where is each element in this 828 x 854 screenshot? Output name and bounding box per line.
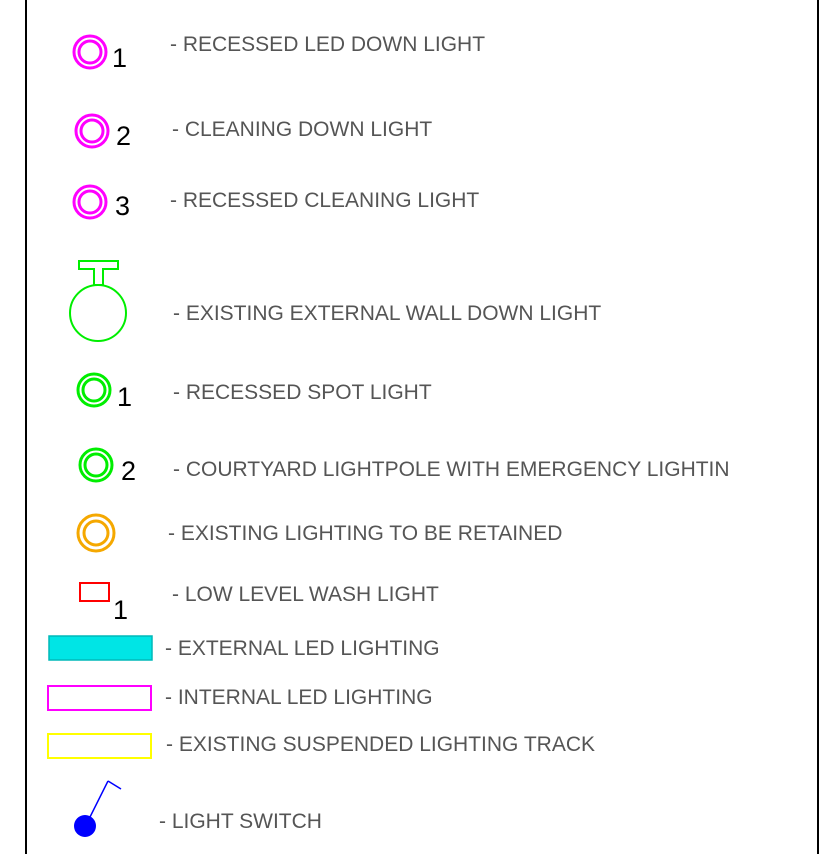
legend-label-existing-suspended-lighting-track: - EXISTING SUSPENDED LIGHTING TRACK — [166, 733, 596, 756]
symbol-number: 1 — [112, 43, 128, 73]
legend-label-external-led-lighting: - EXTERNAL LED LIGHTING — [165, 637, 440, 660]
symbol-number: 2 — [121, 456, 137, 486]
red-rectangle-icon — [79, 582, 110, 602]
legend-label-existing-lighting-retained: - EXISTING LIGHTING TO BE RETAINED — [168, 522, 563, 545]
legend-label-light-switch: - LIGHT SWITCH — [159, 810, 322, 833]
symbol-number: 3 — [115, 191, 131, 221]
green-double-ring-icon — [78, 447, 114, 483]
magenta-double-ring-icon — [72, 34, 108, 70]
orange-double-ring-icon — [76, 513, 116, 553]
legend-label-recessed-cleaning-light: - RECESSED CLEANING LIGHT — [170, 189, 480, 212]
cyan-filled-bar-icon — [48, 635, 153, 661]
legend-label-internal-led-lighting: - INTERNAL LED LIGHTING — [165, 686, 433, 709]
magenta-double-ring-icon — [74, 113, 110, 149]
legend-label-recessed-led-down-light: - RECESSED LED DOWN LIGHT — [170, 33, 486, 56]
legend-label-recessed-spot-light: - RECESSED SPOT LIGHT — [173, 381, 432, 404]
legend-label-courtyard-lightpole: - COURTYARD LIGHTPOLE WITH EMERGENCY LIG… — [173, 458, 730, 481]
legend-border-left — [25, 0, 27, 854]
lighting-legend: 1 2 3 1 2 1 - RECESSED LED DOWN LIGHT - … — [0, 0, 828, 854]
wall-light-icon — [69, 260, 127, 342]
symbol-number: 2 — [116, 121, 132, 151]
symbol-number: 1 — [113, 595, 129, 625]
legend-label-existing-external-wall-down-light: - EXISTING EXTERNAL WALL DOWN LIGHT — [173, 302, 602, 325]
magenta-outline-bar-icon — [47, 685, 152, 711]
legend-border-right — [817, 0, 819, 854]
light-switch-icon — [74, 780, 122, 837]
symbol-number: 1 — [117, 382, 133, 412]
yellow-outline-bar-icon — [47, 733, 152, 759]
legend-label-cleaning-down-light: - CLEANING DOWN LIGHT — [172, 118, 433, 141]
green-double-ring-icon — [76, 372, 112, 408]
legend-label-low-level-wash-light: - LOW LEVEL WASH LIGHT — [172, 583, 439, 606]
magenta-double-ring-icon — [72, 184, 108, 220]
